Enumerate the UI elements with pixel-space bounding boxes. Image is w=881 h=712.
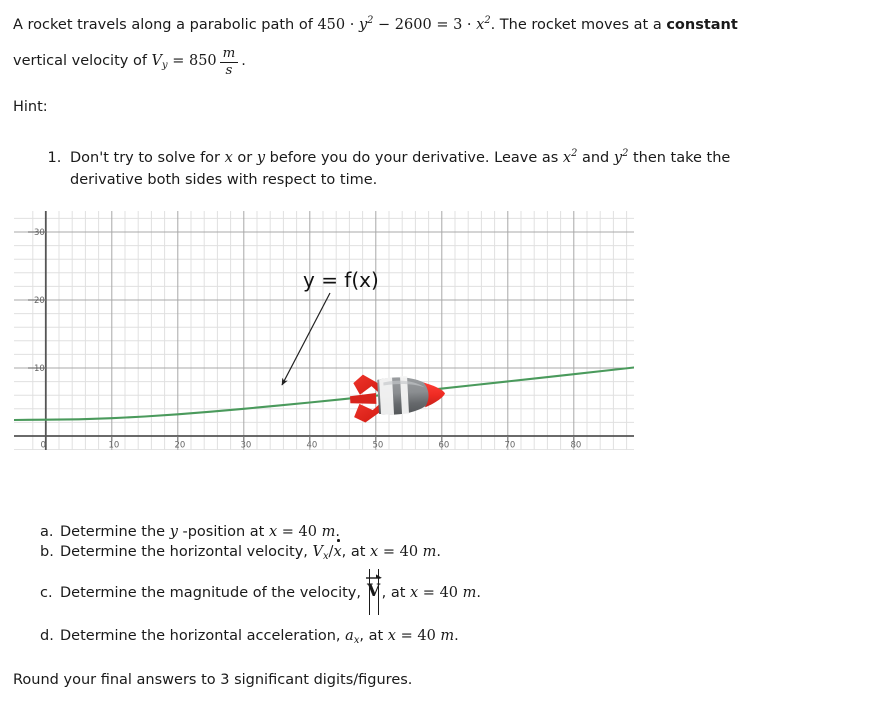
statement-text-lead: A rocket travels along a parabolic path … — [13, 17, 318, 33]
hint-text-line2: derivative both sides with respect to ti… — [70, 172, 378, 188]
x-tick-label: 80 — [571, 441, 582, 451]
question-item-d: d. Determine the horizontal acceleration… — [40, 628, 840, 645]
qa-period: . — [335, 524, 340, 540]
y-tick-label: 10 — [34, 364, 45, 374]
qc-var-x: x — [410, 585, 419, 601]
hint-text-a: Don't try to solve for — [70, 150, 225, 166]
y-tick-label: 20 — [34, 296, 45, 306]
qc-equals: = — [418, 585, 440, 601]
x-tick-label: 10 — [109, 441, 120, 451]
x-tick-label: 40 — [307, 441, 318, 451]
qb-v-symbol: V — [312, 544, 323, 560]
question-text-a: Determine the y -position at x = 40 m. — [60, 524, 340, 540]
qc-v-symbol: V — [367, 581, 381, 601]
hint-text-c: before you do your derivative. Leave as — [265, 150, 563, 166]
question-text-c: Determine the magnitude of the velocity,… — [60, 569, 481, 615]
statement-text-mid: . The rocket moves at a — [490, 17, 667, 33]
hint-var-x: x — [224, 150, 233, 166]
qc-period: . — [476, 585, 481, 601]
equation-var-y: y — [358, 17, 368, 33]
qa-var-x: x — [268, 524, 278, 540]
qa-lead: Determine the — [60, 524, 170, 540]
qb-var-x: x — [370, 544, 379, 560]
question-item-b: b. Determine the horizontal velocity, Vx… — [40, 539, 840, 561]
qc-lead: Determine the magnitude of the velocity, — [60, 585, 366, 601]
question-item-c: c. Determine the magnitude of the veloci… — [40, 569, 840, 615]
x-tick-label: 20 — [175, 441, 186, 451]
function-graph: 30 20 10 0 10 20 30 40 50 60 70 80 y = f… — [14, 211, 634, 450]
statement-emphasis-constant: constant — [666, 17, 738, 33]
qd-equals: = — [395, 628, 418, 644]
qa-mid: -position at — [177, 524, 269, 540]
qb-xdot: x — [333, 539, 342, 560]
qc-unit: m — [462, 585, 477, 601]
statement-text-vertical-velocity: vertical velocity of — [13, 53, 152, 69]
qb-lead: Determine the horizontal velocity, — [60, 544, 313, 560]
graph-background — [14, 211, 634, 450]
question-text-d: Determine the horizontal acceleration, a… — [60, 628, 459, 645]
question-label-a: a. — [40, 524, 54, 540]
equation-equals: = — [436, 17, 449, 33]
qc-value: 40 — [439, 585, 459, 601]
qd-period: . — [454, 628, 459, 644]
statement-period: . — [241, 53, 246, 69]
vy-value: 850 — [188, 53, 217, 69]
question-list: a. Determine the y -position at x = 40 m… — [40, 524, 840, 648]
qa-value: 40 — [298, 524, 317, 540]
vy-unit-fraction: ms — [219, 46, 239, 78]
qb-value: 40 — [399, 544, 419, 560]
x-tick-label: 60 — [439, 441, 450, 451]
hint-xsq-base: x — [562, 150, 572, 166]
problem-statement: A rocket travels along a parabolic path … — [13, 10, 858, 78]
x-tick-label: 70 — [505, 441, 516, 451]
question-label-d: d. — [40, 628, 54, 644]
equation-constant: 2600 — [394, 17, 432, 33]
question-label-c: c. — [40, 585, 53, 601]
equation-minus: − — [378, 17, 391, 33]
qd-a-symbol: a — [345, 628, 354, 644]
hint-list: Don't try to solve for x or y before you… — [41, 147, 866, 191]
qa-var-y: y — [169, 524, 178, 540]
x-tick-label: 50 — [373, 441, 384, 451]
qd-var-x: x — [387, 628, 396, 644]
question-label-b: b. — [40, 544, 54, 560]
y-tick-label: 30 — [34, 228, 45, 238]
statement-line-2: vertical velocity of Vy = 850 m s. — [13, 46, 858, 78]
equation-coef-y: 450 — [317, 17, 346, 33]
vy-equals: = — [172, 53, 185, 69]
y-tick-label-zero: 0 — [41, 441, 46, 451]
vy-unit-denominator: s — [225, 62, 233, 78]
x-tick-label: 30 — [241, 441, 252, 451]
qb-mid: , at — [341, 544, 371, 560]
hint-text-b: or — [232, 150, 257, 166]
hint-label: Hint: — [13, 99, 48, 115]
question-text-b: Determine the horizontal velocity, Vx/x,… — [60, 539, 442, 561]
qa-unit: m — [321, 524, 336, 540]
vector-arrow-icon — [365, 574, 382, 579]
qa-equals: = — [277, 524, 299, 540]
hint-var-y: y — [256, 150, 266, 166]
velocity-magnitude-bars: V — [365, 569, 382, 615]
qc-mid: , at — [381, 585, 411, 601]
hint-ysq-base: y — [613, 150, 623, 166]
rounding-instruction: Round your final answers to 3 significan… — [13, 672, 413, 688]
curve-callout-label: y = f(x) — [303, 268, 379, 292]
equation-coef-x: 3 — [453, 17, 463, 33]
vy-symbol: V — [151, 53, 163, 69]
qb-unit: m — [422, 544, 437, 560]
question-item-a: a. Determine the y -position at x = 40 m… — [40, 524, 840, 540]
qd-unit: m — [440, 628, 455, 644]
graph-svg: 30 20 10 0 10 20 30 40 50 60 70 80 y = f… — [14, 211, 634, 450]
hint-text-d: and — [577, 150, 614, 166]
qb-period: . — [436, 544, 442, 560]
qb-equals: = — [378, 544, 400, 560]
vy-unit-numerator: m — [222, 46, 236, 62]
qd-mid: , at — [359, 628, 388, 644]
qd-value: 40 — [417, 628, 436, 644]
qd-lead: Determine the horizontal acceleration, — [60, 628, 346, 644]
hint-item: Don't try to solve for x or y before you… — [66, 147, 866, 191]
hint-text-e: then take the — [628, 150, 731, 166]
